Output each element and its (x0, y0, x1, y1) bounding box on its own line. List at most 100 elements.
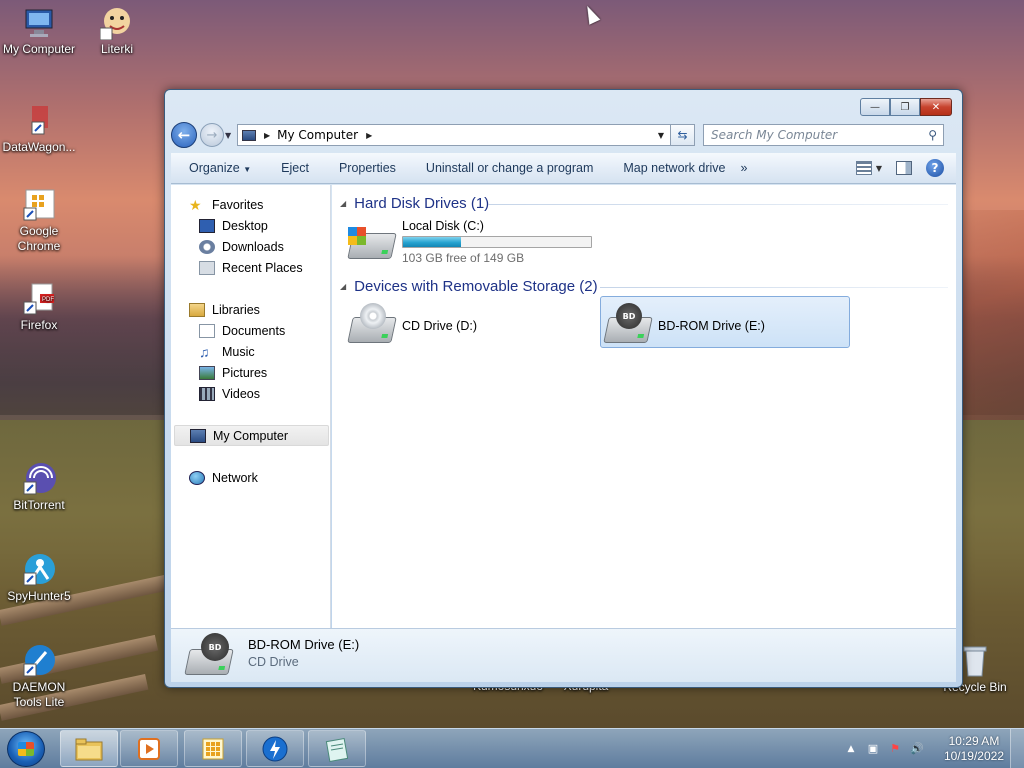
change-view-icon[interactable] (855, 161, 872, 175)
close-icon: ✕ (931, 101, 941, 113)
group-header-hard-disk-drives[interactable]: ◢ Hard Disk Drives (1) (340, 192, 489, 214)
drive-item-cd-drive[interactable]: CD Drive (D:) (347, 303, 477, 349)
nav-libraries[interactable]: Libraries (189, 299, 329, 320)
desktop-icon-datawagon[interactable]: DataWagon... (0, 104, 78, 155)
address-history-dropdown-icon[interactable]: ▼ (658, 131, 664, 140)
nav-label: Downloads (222, 239, 284, 254)
close-button[interactable]: ✕ (920, 98, 952, 116)
more-commands-button[interactable]: » (741, 161, 763, 175)
refresh-button[interactable]: ⇆ (671, 124, 695, 146)
eject-button[interactable]: Eject (266, 161, 324, 175)
taskbar-notepad[interactable] (308, 730, 366, 767)
nav-favorites[interactable]: ★ Favorites (189, 194, 329, 215)
nav-label: Desktop (222, 218, 268, 233)
desktop-icon-label: Literki (100, 42, 133, 56)
properties-button[interactable]: Properties (324, 161, 411, 175)
help-icon[interactable]: ? (926, 159, 944, 177)
recent-pages-dropdown[interactable]: ▼ (225, 131, 235, 140)
nav-label: Pictures (222, 365, 268, 380)
nav-label: Music (222, 344, 255, 359)
windows-logo-icon (18, 742, 34, 756)
nav-label: Videos (222, 386, 260, 401)
preview-pane-icon[interactable] (896, 161, 912, 175)
drive-name: Local Disk (C:) (402, 219, 484, 233)
organize-menu[interactable]: Organize ▼ (171, 161, 266, 175)
downloads-icon (199, 239, 215, 254)
navigation-pane: ★ Favorites Desktop Downloads Recent Pla… (171, 185, 331, 628)
bittorrent-icon (22, 462, 56, 496)
show-hidden-icons-icon[interactable]: ▲ (844, 742, 858, 756)
app-grid-icon (202, 738, 224, 759)
nav-desktop[interactable]: Desktop (199, 215, 329, 236)
nav-label: Network (212, 470, 258, 485)
network-icon[interactable]: ▣ (866, 742, 880, 756)
desktop-icon-firefox[interactable]: PDF Firefox (0, 282, 78, 333)
action-center-flag-icon[interactable]: ⚑ (888, 742, 902, 756)
nav-downloads[interactable]: Downloads (199, 236, 329, 257)
view-options-dropdown-icon[interactable]: ▼ (876, 164, 882, 173)
organize-label: Organize (189, 161, 240, 175)
nav-videos[interactable]: Videos (199, 383, 329, 404)
volume-icon[interactable]: 🔊 (910, 742, 924, 756)
clock[interactable]: 10:29 AM 10/19/2022 (944, 734, 1004, 764)
daemon-tools-icon (22, 644, 56, 678)
explorer-window[interactable]: — ❐ ✕ ← → ▼ ▶ My Computer ▶ ▼ ⇆ Search M… (164, 89, 963, 688)
breadcrumb-separator-icon[interactable]: ▶ (264, 131, 270, 140)
collapse-triangle-icon[interactable]: ◢ (340, 282, 346, 291)
clock-date: 10/19/2022 (943, 749, 1004, 763)
taskbar-app-grid[interactable] (184, 730, 242, 767)
forward-button[interactable]: → (200, 123, 224, 147)
uninstall-program-button[interactable]: Uninstall or change a program (411, 161, 608, 175)
maximize-button[interactable]: ❐ (890, 98, 920, 116)
music-note-icon: ♫ (199, 343, 210, 360)
nav-music[interactable]: ♫ Music (199, 341, 329, 362)
nav-label: Favorites (212, 197, 264, 212)
back-arrow-icon: ← (177, 126, 191, 144)
restore-icon: ❐ (900, 101, 910, 113)
spyhunter-icon (22, 553, 56, 587)
desktop-icon-label: Firefox (20, 318, 58, 332)
refresh-icon: ⇆ (677, 128, 688, 142)
caption-buttons: — ❐ ✕ (860, 98, 952, 116)
desktop-icon-chrome[interactable]: Google Chrome (0, 188, 78, 254)
address-bar[interactable]: ▶ My Computer ▶ ▼ (237, 124, 671, 146)
drive-item-bd-rom[interactable]: BD BD-ROM Drive (E:) (603, 303, 765, 349)
collapse-triangle-icon[interactable]: ◢ (340, 199, 346, 208)
details-pane: BD BD-ROM Drive (E:) CD Drive (171, 628, 956, 682)
minimize-button[interactable]: — (860, 98, 890, 116)
nav-label: Libraries (212, 302, 260, 317)
search-placeholder: Search My Computer (711, 128, 838, 142)
search-icon[interactable]: ⚲ (928, 128, 937, 142)
drive-item-local-disk[interactable]: Local Disk (C:) 103 GB free of 149 GB (347, 219, 592, 265)
search-input[interactable]: Search My Computer ⚲ (703, 124, 944, 146)
group-header-removable-storage[interactable]: ◢ Devices with Removable Storage (2) (340, 275, 598, 297)
file-list-pane[interactable]: ◢ Hard Disk Drives (1) Local Disk (C:) 1… (332, 185, 956, 628)
nav-network[interactable]: Network (189, 467, 329, 488)
nav-documents[interactable]: Documents (199, 320, 329, 341)
forward-arrow-icon: → (206, 127, 218, 143)
breadcrumb-separator-icon[interactable]: ▶ (366, 131, 372, 140)
nav-recent-places[interactable]: Recent Places (199, 257, 329, 278)
taskbar-lightning-app[interactable] (246, 730, 304, 767)
desktop-icon-bittorrent[interactable]: BitTorrent (0, 462, 78, 513)
taskbar: ▲ ▣ ⚑ 🔊 10:29 AM 10/19/2022 (0, 728, 1024, 768)
taskbar-explorer[interactable] (60, 730, 118, 767)
desktop-icon-spyhunter[interactable]: SpyHunter5 (0, 553, 78, 604)
start-button[interactable] (7, 731, 45, 767)
hard-drive-icon (347, 219, 397, 265)
desktop-icon-label: Google Chrome (17, 224, 61, 253)
disc-icon (360, 303, 386, 329)
back-button[interactable]: ← (171, 122, 197, 148)
nav-label: Documents (222, 323, 286, 338)
desktop-icon-daemon-tools[interactable]: DAEMON Tools Lite (0, 644, 78, 710)
bd-rom-drive-icon: BD (184, 631, 237, 679)
taskbar-media-player[interactable] (120, 730, 178, 767)
desktop-icon-literki[interactable]: Literki (78, 6, 156, 57)
breadcrumb-my-computer[interactable]: My Computer (277, 128, 358, 142)
desktop-icon-my-computer[interactable]: My Computer (0, 6, 78, 57)
map-network-drive-button[interactable]: Map network drive (608, 161, 740, 175)
show-desktop-button[interactable] (1010, 729, 1024, 768)
desktop-icon-label: BitTorrent (13, 498, 65, 512)
nav-pictures[interactable]: Pictures (199, 362, 329, 383)
nav-my-computer[interactable]: My Computer (174, 425, 329, 446)
